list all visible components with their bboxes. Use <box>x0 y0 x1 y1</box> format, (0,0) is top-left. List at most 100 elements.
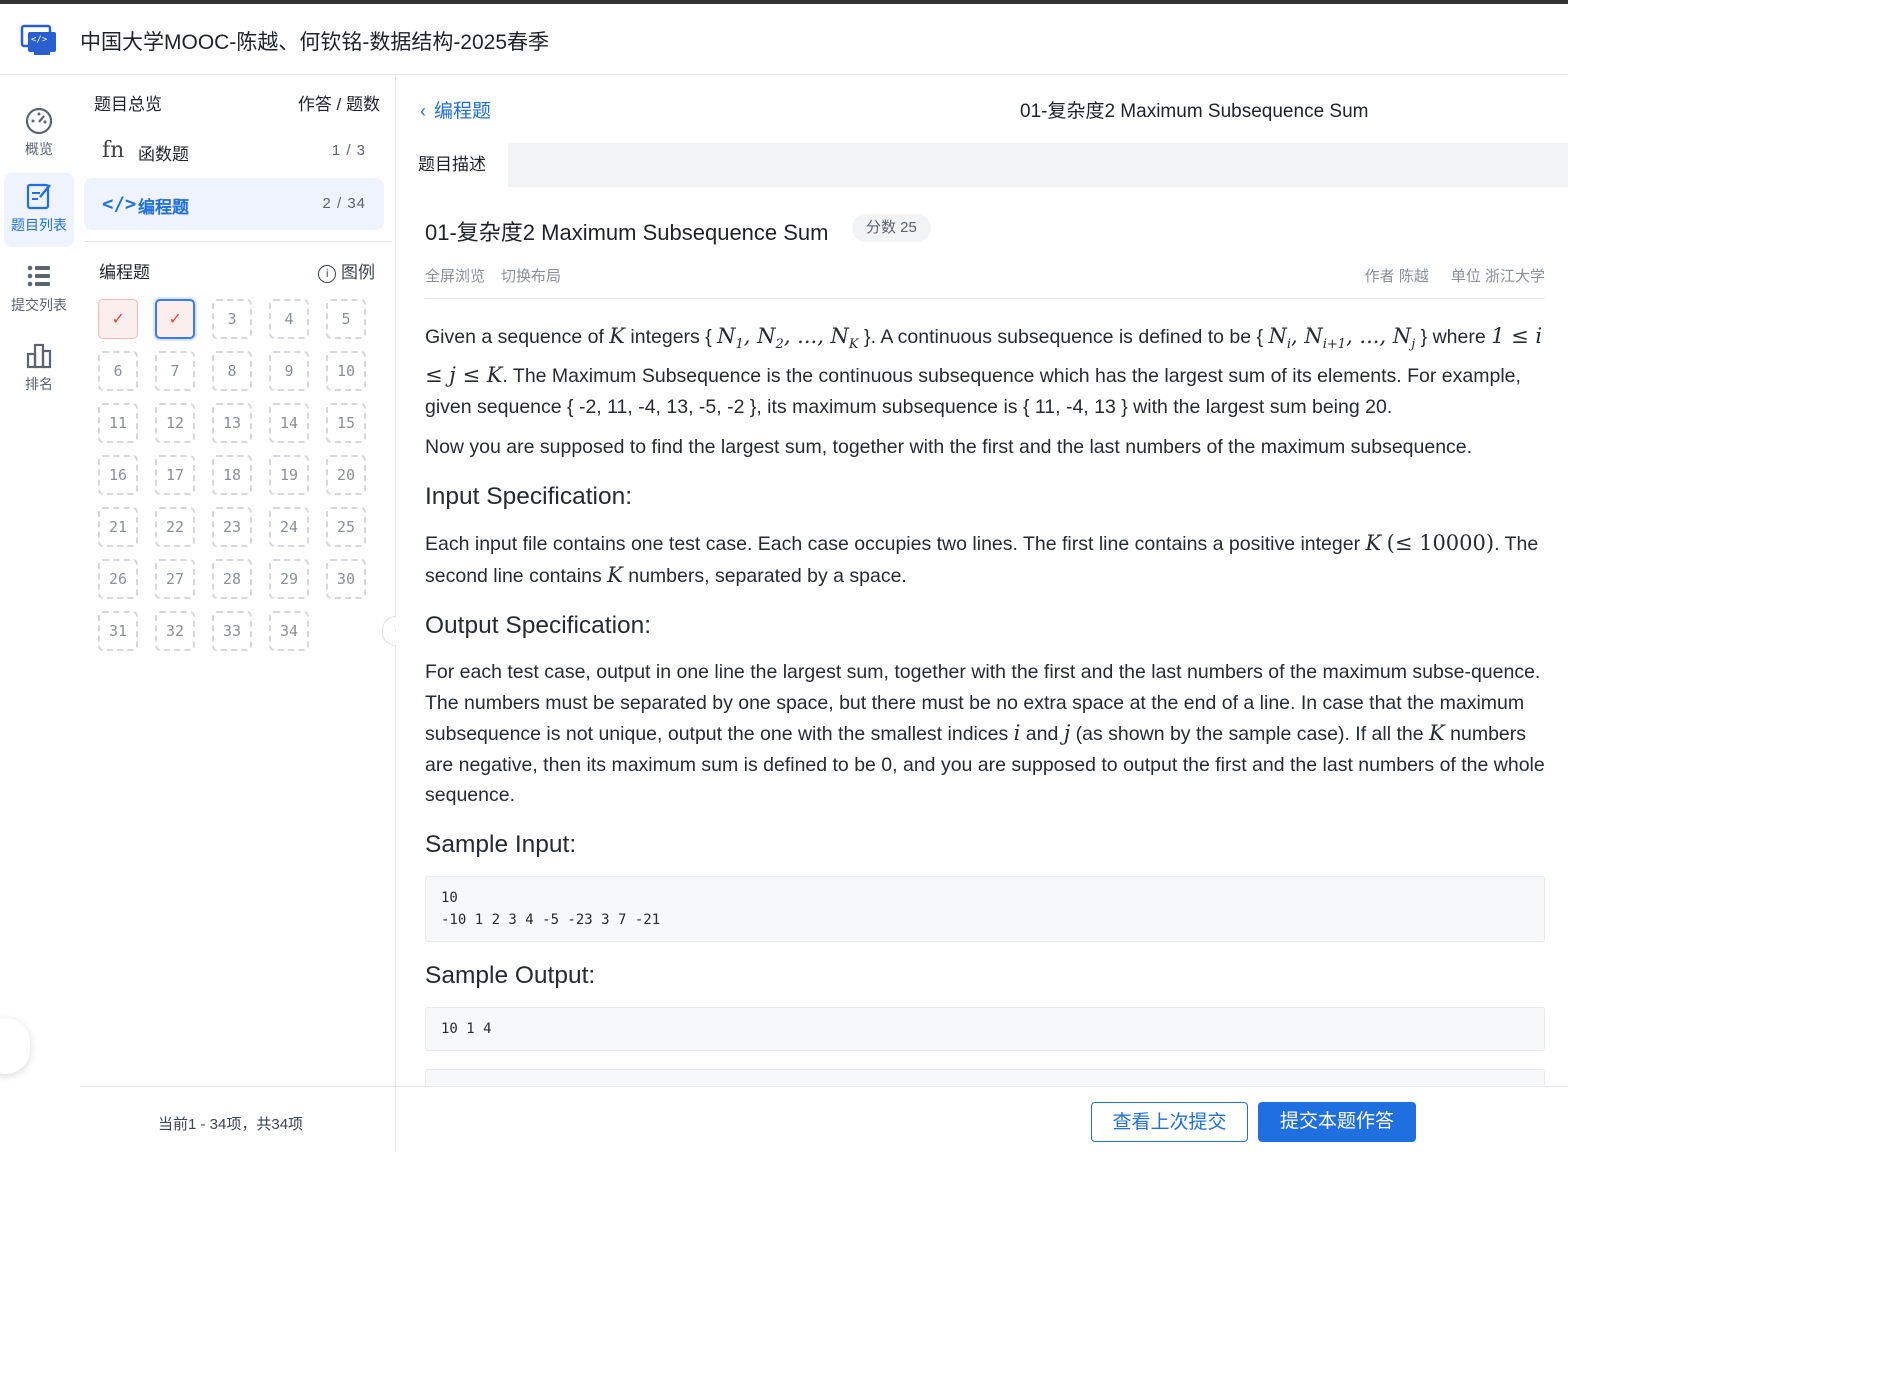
author: 作者 陈越 <box>1364 268 1429 285</box>
chevron-left-icon: ‹ <box>420 101 426 121</box>
problem-cell[interactable]: 31 <box>98 611 138 651</box>
paragraph-output: For each test case, output in one line t… <box>425 657 1545 811</box>
problem-cell[interactable]: 7 <box>155 351 195 391</box>
text: } where <box>1415 326 1492 348</box>
problem-cell[interactable]: 17 <box>155 455 195 495</box>
tab-description[interactable]: 题目描述 <box>396 143 508 187</box>
list-icon <box>27 265 50 287</box>
switch-layout-button[interactable]: 切换布局 <box>501 268 561 285</box>
paragraph-input: Each input file contains one test case. … <box>425 528 1545 592</box>
problem-cell[interactable]: 30 <box>326 559 366 599</box>
math-sequence: N1, N2, ..., NK <box>717 324 859 353</box>
left-nav: 概览 题目列表 提交列表 排名 <box>0 75 81 1152</box>
problem-cell[interactable]: 14 <box>269 403 309 443</box>
problem-cell[interactable]: 23 <box>212 507 252 547</box>
math-K: K <box>607 563 623 588</box>
section-title: 编程题 <box>99 263 150 282</box>
problem-cell[interactable]: 8 <box>212 351 252 391</box>
problem-cell[interactable]: 11 <box>98 403 138 443</box>
problem-cell[interactable]: ✓ <box>155 299 195 339</box>
nav-overview[interactable]: 概览 <box>4 105 74 159</box>
dashboard-icon <box>25 107 53 135</box>
type-programming-count: 2 / 34 <box>322 195 366 212</box>
text: Each input file contains one test case. … <box>425 533 1366 556</box>
nav-ranking[interactable]: 排名 <box>4 340 74 394</box>
type-function-problems[interactable]: fn 函数题 1 / 3 <box>84 125 384 177</box>
type-function-label: 函数题 <box>138 145 189 164</box>
text: integers { <box>625 326 718 348</box>
ranking-icon <box>26 343 52 369</box>
problem-cell[interactable]: 6 <box>98 351 138 391</box>
problem-cell[interactable]: 29 <box>269 559 309 599</box>
overview-columns-label: 作答 / 题数 <box>297 95 380 114</box>
problem-cell[interactable]: 15 <box>326 403 366 443</box>
problem-cell[interactable]: 28 <box>212 559 252 599</box>
problem-cell[interactable]: 4 <box>269 299 309 339</box>
problem-cell[interactable]: 20 <box>326 455 366 495</box>
problem-cell[interactable]: 21 <box>98 507 138 547</box>
problem-cell[interactable]: 5 <box>326 299 366 339</box>
problem-cell[interactable]: 3 <box>212 299 252 339</box>
header-problem-title: 01-复杂度2 Maximum Subsequence Sum <box>1020 101 1369 122</box>
problem-cell[interactable]: 22 <box>155 507 195 547</box>
heading-output: Output Specification: <box>425 612 652 640</box>
problem-cell[interactable]: 33 <box>212 611 252 651</box>
fullscreen-button[interactable]: 全屏浏览 <box>425 268 485 285</box>
pager-text: 当前1 - 34项，共34项 <box>158 1116 304 1133</box>
panel-divider <box>84 241 392 242</box>
pager-footer: 当前1 - 34项，共34项 <box>80 1086 395 1153</box>
view-last-submission-button[interactable]: 查看上次提交 <box>1091 1102 1248 1142</box>
code-icon: </> <box>102 193 137 215</box>
info-icon: i <box>318 265 337 283</box>
text: Given a sequence of <box>425 326 610 348</box>
problem-cell[interactable]: 9 <box>269 351 309 391</box>
math-K: K <box>1365 531 1382 556</box>
problem-title: 01-复杂度2 Maximum Subsequence Sum <box>425 220 829 245</box>
heading-input: Input Specification: <box>425 483 633 511</box>
text: }. A continuous subsequence is defined t… <box>858 326 1269 348</box>
problem-cell[interactable]: 24 <box>269 507 309 547</box>
problem-cell[interactable]: ✓ <box>98 299 138 339</box>
math-K: K <box>1429 721 1445 746</box>
problem-description: Given a sequence of K integers { N1, N2,… <box>425 321 1545 1086</box>
overview-title: 题目总览 <box>94 95 162 114</box>
back-link-label: 编程题 <box>434 101 492 122</box>
problem-cell[interactable]: 26 <box>98 559 138 599</box>
problem-overview-panel: 题目总览 作答 / 题数 fn 函数题 1 / 3 </> 编程题 2 / 34… <box>80 75 412 1152</box>
nav-submission-list[interactable]: 提交列表 <box>4 261 74 315</box>
problem-cell[interactable]: 16 <box>98 455 138 495</box>
legend-button[interactable]: i 图例 <box>318 258 375 283</box>
math-subsequence: Ni, Ni+1, ..., Nj <box>1268 324 1416 353</box>
unit: 单位 浙江大学 <box>1450 268 1545 285</box>
problem-cell[interactable]: 34 <box>269 611 309 651</box>
back-link[interactable]: ‹ 编程题 <box>420 96 491 123</box>
action-footer: 查看上次提交 提交本题作答 <box>396 1086 1568 1153</box>
problem-cell[interactable]: 18 <box>212 455 252 495</box>
nav-problem-list[interactable]: 题目列表 <box>4 173 74 247</box>
problem-cell[interactable]: 25 <box>326 507 366 547</box>
math-limit: (≤ 10000) <box>1386 531 1495 556</box>
problem-cell[interactable]: 13 <box>212 403 252 443</box>
problem-cell[interactable]: 12 <box>155 403 195 443</box>
legend-label: 图例 <box>341 263 375 282</box>
problem-meta: 作者 陈越 单位 浙江大学 <box>1343 265 1545 286</box>
sample-output-code: 10 1 4 <box>425 1006 1545 1051</box>
submit-answer-button[interactable]: 提交本题作答 <box>1258 1102 1416 1142</box>
app-header: </> 中国大学MOOC-陈越、何钦铭-数据结构-2025春季 <box>0 4 1568 75</box>
content-divider <box>425 298 1545 299</box>
math-K: K <box>609 324 625 348</box>
tab-bar: 题目描述 <box>396 143 1568 187</box>
text: . The Maximum Subsequence is the continu… <box>425 365 1521 419</box>
nav-problem-list-label: 题目列表 <box>11 217 67 233</box>
type-programming-problems[interactable]: </> 编程题 2 / 34 <box>84 178 384 230</box>
problem-cell[interactable]: 32 <box>155 611 195 651</box>
nav-submission-list-label: 提交列表 <box>11 297 67 313</box>
heading-sample-output: Sample Output: <box>425 961 596 989</box>
svg-text:</>: </> <box>31 35 48 45</box>
text: and <box>1020 723 1064 746</box>
problem-cell[interactable]: 10 <box>326 351 366 391</box>
problem-cell[interactable]: 19 <box>269 455 309 495</box>
type-function-count: 1 / 3 <box>331 142 366 159</box>
course-title: 中国大学MOOC-陈越、何钦铭-数据结构-2025春季 <box>80 31 550 54</box>
problem-cell[interactable]: 27 <box>155 559 195 599</box>
